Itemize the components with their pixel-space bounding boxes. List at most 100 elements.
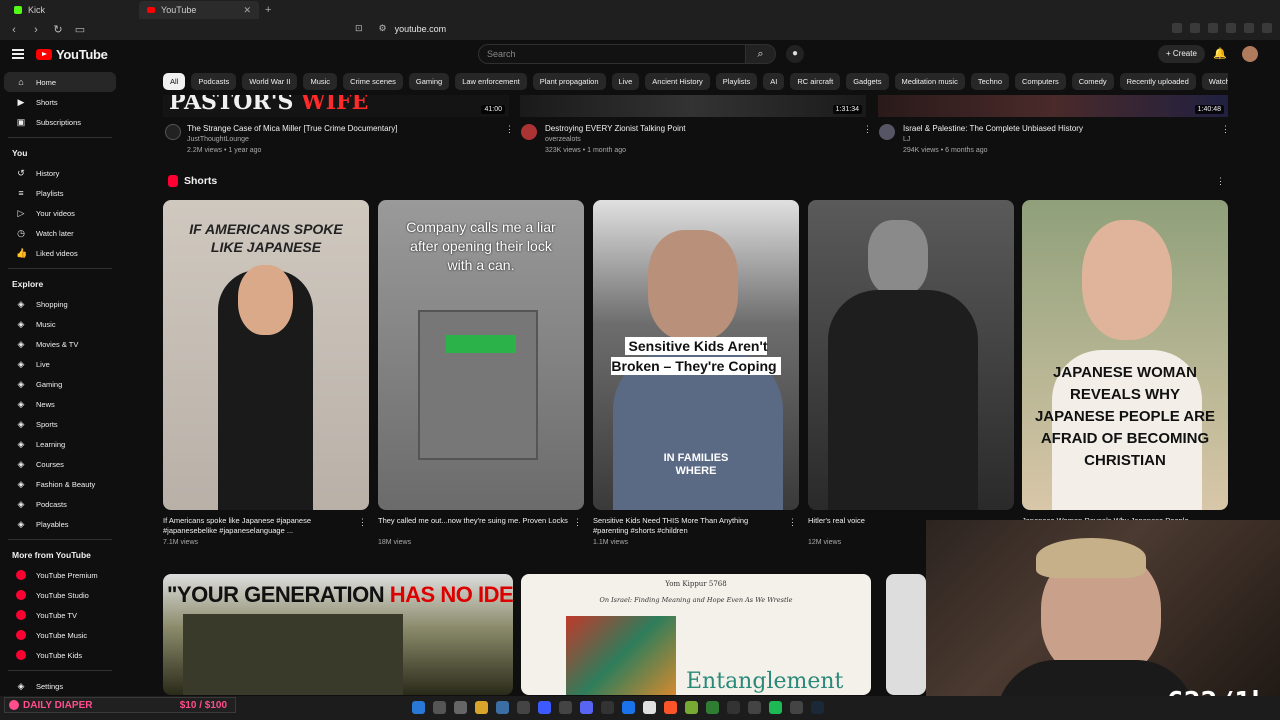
chip-ai[interactable]: AI — [763, 73, 785, 90]
extension-icon[interactable] — [1190, 23, 1200, 33]
reload-icon[interactable]: ↻ — [52, 24, 64, 36]
more-options-icon[interactable]: ⋮ — [1216, 176, 1225, 187]
chip-computers[interactable]: Computers — [1015, 73, 1066, 90]
short-card[interactable] — [808, 200, 1014, 510]
back-icon[interactable]: ‹ — [8, 24, 20, 36]
app-icon[interactable] — [685, 701, 698, 714]
extension-icon[interactable] — [1208, 23, 1218, 33]
channel-name[interactable]: LJ — [903, 136, 910, 143]
bookmark-icon[interactable]: ⊡ — [355, 23, 363, 34]
sidebar-item-learning[interactable]: ◈ Learning — [4, 434, 116, 454]
chip-plant-propagation[interactable]: Plant propagation — [532, 73, 606, 90]
steam-icon[interactable] — [811, 701, 824, 714]
close-tab-icon[interactable]: ✕ — [243, 5, 251, 16]
sidebar-item-courses[interactable]: ◈ Courses — [4, 454, 116, 474]
sidebar-item-liked-videos[interactable]: 👍 Liked videos — [4, 243, 116, 263]
short-card[interactable]: JAPANESE WOMAN REVEALS WHY JAPANESE PEOP… — [1022, 200, 1228, 510]
avatar[interactable] — [1242, 46, 1258, 62]
sidebar-item-music[interactable]: ◈ Music — [4, 314, 116, 334]
chip-ancient-history[interactable]: Ancient History — [645, 73, 710, 90]
terminal-icon[interactable] — [727, 701, 740, 714]
sidebar-item-youtube-tv[interactable]: YouTube TV — [4, 605, 116, 625]
chip-playlists[interactable]: Playlists — [715, 73, 758, 90]
address-bar[interactable]: ⊡ ⚙ youtube.com — [355, 23, 446, 34]
discord-icon[interactable] — [580, 701, 593, 714]
chip-crime-scenes[interactable]: Crime scenes — [343, 73, 403, 90]
sidebar-item-subscriptions[interactable]: ▣ Subscriptions — [4, 112, 116, 132]
sidebar-item-news[interactable]: ◈ News — [4, 394, 116, 414]
chip-comedy[interactable]: Comedy — [1071, 73, 1114, 90]
sidebar-item-sports[interactable]: ◈ Sports — [4, 414, 116, 434]
app-icon[interactable] — [706, 701, 719, 714]
extension-icon[interactable] — [1244, 23, 1254, 33]
sidebar-item-watch-later[interactable]: ◷ Watch later — [4, 223, 116, 243]
more-options-icon[interactable]: ⋮ — [358, 517, 367, 528]
app-icon[interactable] — [748, 701, 761, 714]
sidebar-item-fashion-beauty[interactable]: ◈ Fashion & Beauty — [4, 474, 116, 494]
extension-icon[interactable] — [1226, 23, 1236, 33]
sidebar-item-your-videos[interactable]: ▷ Your videos — [4, 203, 116, 223]
chip-recently-uploaded[interactable]: Recently uploaded — [1119, 73, 1196, 90]
short-title[interactable]: If Americans spoke like Japanese #japane… — [163, 516, 353, 536]
sidebar-item-movies-tv[interactable]: ◈ Movies & TV — [4, 334, 116, 354]
more-options-icon[interactable]: ⋮ — [573, 517, 582, 528]
chip-gaming[interactable]: Gaming — [408, 73, 450, 90]
search-icon[interactable] — [433, 701, 446, 714]
sidebar-item-youtube-studio[interactable]: YouTube Studio — [4, 585, 116, 605]
channel-avatar[interactable] — [521, 124, 537, 140]
chip-podcasts[interactable]: Podcasts — [191, 73, 237, 90]
sidebar-item-history[interactable]: ↺ History — [4, 163, 116, 183]
video-thumbnail[interactable]: 1:40:48 — [878, 95, 1228, 117]
chip-gadgets[interactable]: Gadgets — [846, 73, 889, 90]
more-options-icon[interactable]: ⋮ — [505, 124, 514, 135]
sidebar-explore-title[interactable]: Explore — [0, 274, 120, 294]
sidebar-toggle-icon[interactable]: ▭ — [74, 24, 86, 36]
chip-watched[interactable]: Watched — [1201, 73, 1228, 90]
forward-icon[interactable]: › — [30, 24, 42, 36]
video-title[interactable]: The Strange Case of Mica Miller [True Cr… — [187, 124, 397, 133]
chip-all[interactable]: All — [163, 73, 186, 90]
short-card[interactable]: Sensitive Kids Aren't Broken – They're C… — [593, 200, 799, 510]
channel-avatar[interactable] — [165, 124, 181, 140]
sidebar-item-playables[interactable]: ◈ Playables — [4, 514, 116, 534]
search-input[interactable]: Search — [478, 44, 746, 64]
short-card[interactable]: IF AMERICANS SPOKE LIKE JAPANESE — [163, 200, 369, 510]
video-thumbnail[interactable]: 1:31:34 — [520, 95, 866, 117]
chip-meditation-music[interactable]: Meditation music — [894, 73, 965, 90]
channel-avatar[interactable] — [879, 124, 895, 140]
short-title[interactable]: They called me out...now they're suing m… — [378, 516, 568, 526]
video-thumbnail[interactable] — [886, 574, 926, 695]
notifications-icon[interactable]: 🔔 — [1213, 47, 1227, 60]
windows-start-icon[interactable] — [412, 701, 425, 714]
microphone-icon[interactable]: ● — [786, 45, 804, 63]
video-thumbnail[interactable]: "YOUR GENERATION HAS NO IDEA" — [163, 574, 513, 695]
channel-name[interactable]: JustThoughtLounge — [187, 136, 249, 143]
spotify-icon[interactable] — [769, 701, 782, 714]
video-thumbnail[interactable]: Yom Kippur 5768 On Israel: Finding Meani… — [521, 574, 871, 695]
site-info-icon[interactable]: ⚙ — [379, 23, 387, 34]
chip-live[interactable]: Live — [611, 73, 640, 90]
tab-kick[interactable]: Kick — [6, 1, 53, 19]
taskview-icon[interactable] — [454, 701, 467, 714]
sidebar-item-playlists[interactable]: ≡ Playlists — [4, 183, 116, 203]
chip-world-war-ii[interactable]: World War II — [242, 73, 298, 90]
chip-law-enforcement[interactable]: Law enforcement — [455, 73, 527, 90]
more-options-icon[interactable]: ⋮ — [863, 124, 872, 135]
chrome-icon[interactable] — [643, 701, 656, 714]
video-title[interactable]: Israel & Palestine: The Complete Unbiase… — [903, 124, 1083, 133]
youtube-logo[interactable]: YouTube — [36, 47, 108, 62]
app-icon[interactable] — [622, 701, 635, 714]
sidebar-item-youtube-kids[interactable]: YouTube Kids — [4, 645, 116, 665]
app-icon[interactable] — [601, 701, 614, 714]
sidebar-item-live[interactable]: ◈ Live — [4, 354, 116, 374]
extension-icon[interactable] — [1172, 23, 1182, 33]
sidebar-item-podcasts[interactable]: ◈ Podcasts — [4, 494, 116, 514]
sidebar-item-home[interactable]: ⌂ Home — [4, 72, 116, 92]
short-title[interactable]: Sensitive Kids Need THIS More Than Anyth… — [593, 516, 783, 536]
app-icon[interactable] — [559, 701, 572, 714]
sidebar-you-title[interactable]: You — [0, 143, 120, 163]
sidebar-item-youtube-music[interactable]: YouTube Music — [4, 625, 116, 645]
search-icon[interactable]: ⌕ — [746, 44, 776, 64]
chip-techno[interactable]: Techno — [970, 73, 1010, 90]
video-thumbnail[interactable]: PASTOR'S WIFE 41:00 — [163, 95, 509, 117]
